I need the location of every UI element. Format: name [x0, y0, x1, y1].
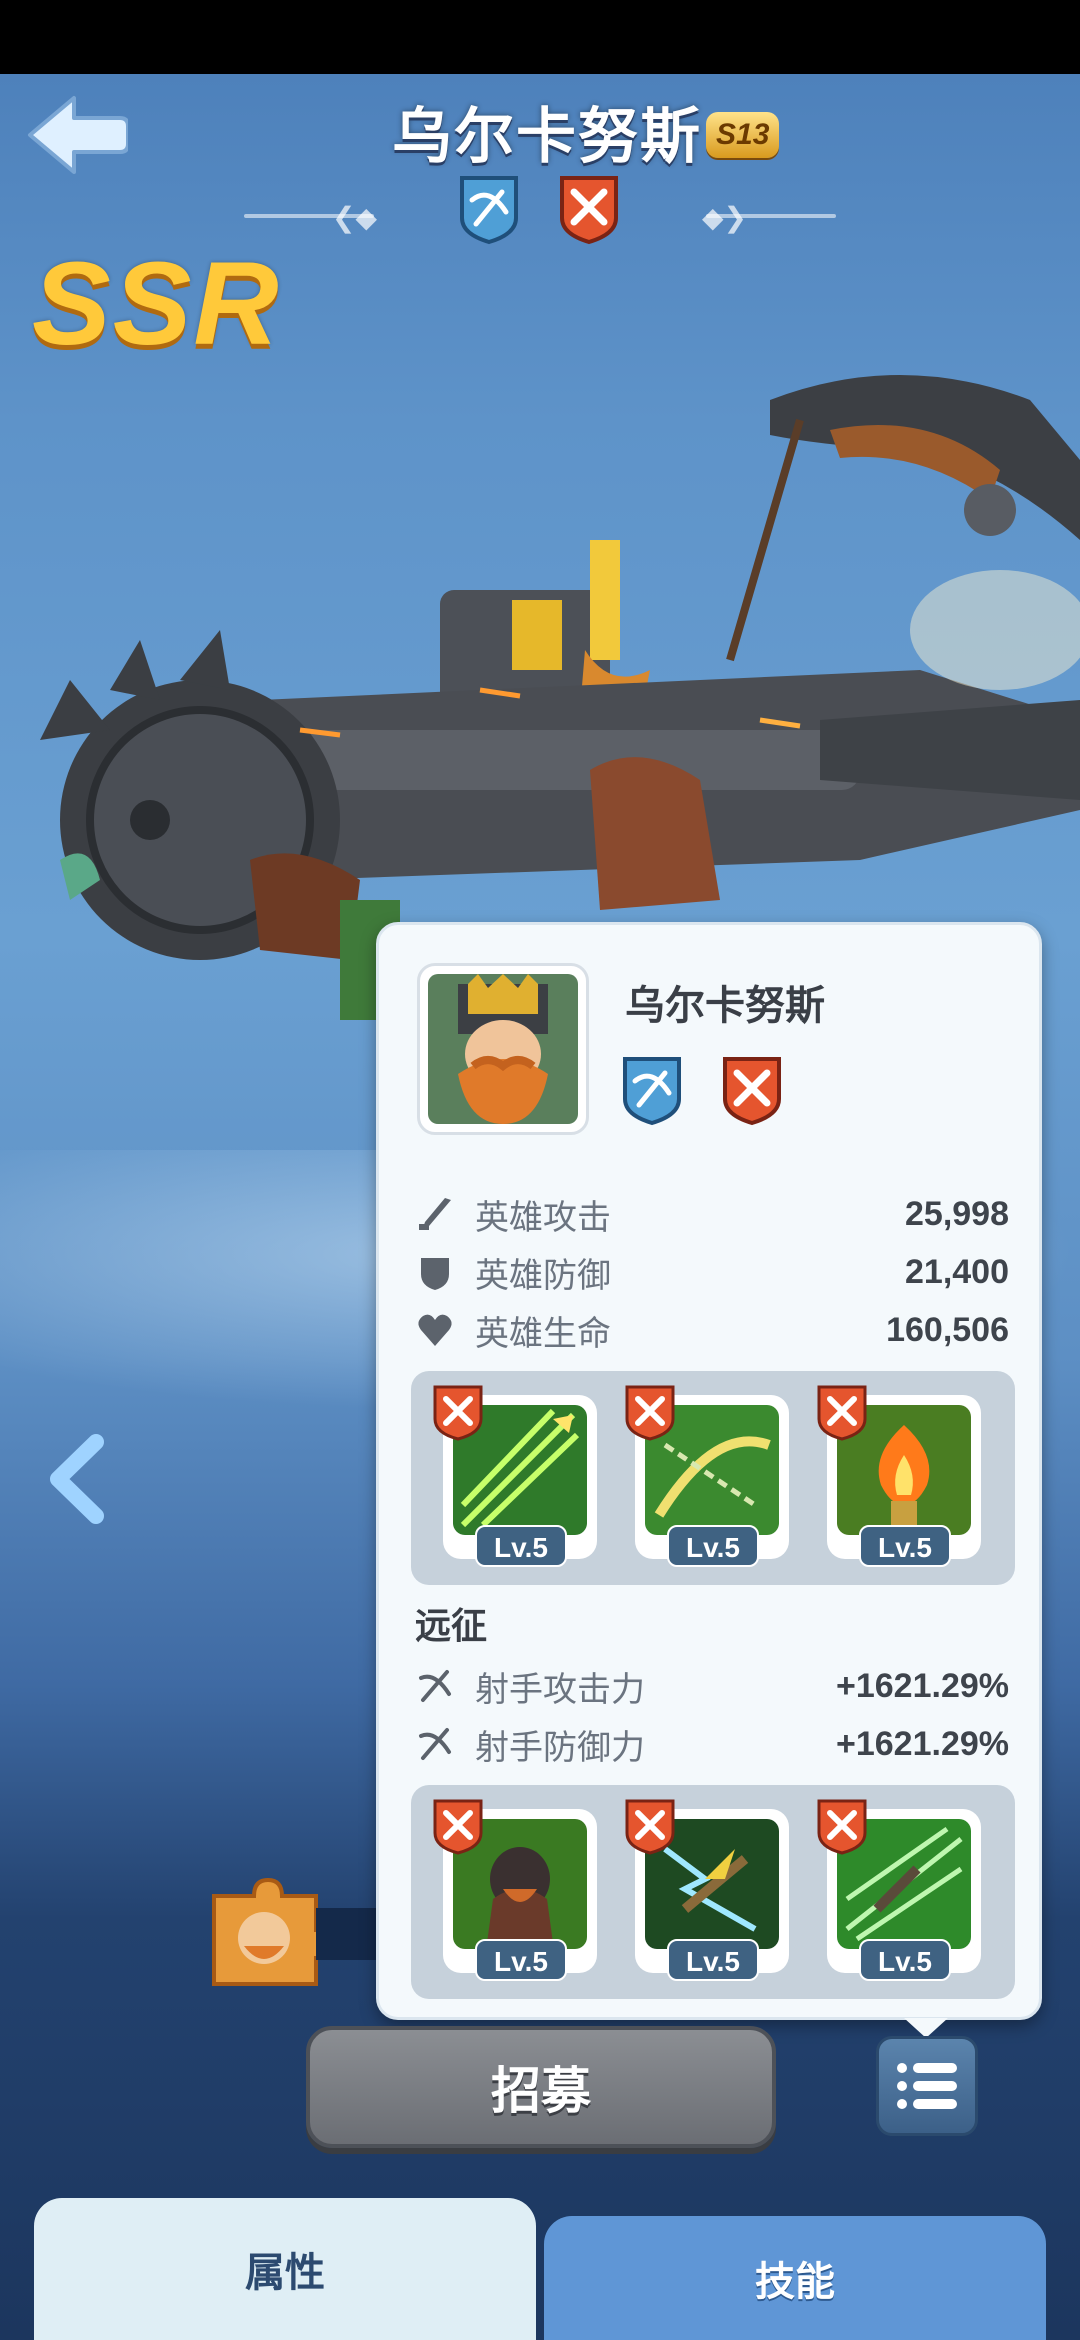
expedition-skills-panel: Lv.5 Lv.5 Lv.5 — [411, 1785, 1015, 1999]
back-arrow-button[interactable] — [24, 92, 128, 178]
stat-label: 英雄攻击 — [475, 1198, 611, 1237]
stat-value: 21,400 — [905, 1252, 1009, 1291]
stat-row-health: 英雄生命 160,506 — [415, 1303, 1009, 1357]
popup-crossbow-class-icon — [623, 1057, 681, 1126]
popup-pointer — [904, 2018, 948, 2038]
warrior-badge-icon — [433, 1385, 483, 1441]
tab-attributes[interactable]: 属性 — [34, 2198, 536, 2340]
expedition-row-attack: 射手攻击力 +1621.29% — [415, 1659, 1009, 1713]
popup-hero-name: 乌尔卡努斯 — [625, 984, 825, 1028]
previous-hero-arrow-button[interactable] — [46, 1434, 112, 1524]
dwarf-hero-portrait-icon — [428, 974, 578, 1124]
skill-level-tag: Lv.5 — [475, 1525, 567, 1567]
skill-level-tag: Lv.5 — [859, 1525, 951, 1567]
popup-warrior-class-icon — [723, 1057, 781, 1126]
skill-card[interactable]: Lv.5 — [817, 1385, 981, 1567]
expedition-row-defense: 射手防御力 +1621.29% — [415, 1717, 1009, 1771]
expedition-section-title: 远征 — [415, 1605, 488, 1646]
details-list-button[interactable] — [876, 2036, 978, 2136]
shield-icon — [421, 1258, 449, 1290]
divider-ornament-left-icon: ❮◆ — [332, 202, 377, 233]
skill-level-tag: Lv.5 — [859, 1939, 951, 1981]
stat-label: 射手攻击力 — [475, 1670, 645, 1709]
stat-row-attack: 英雄攻击 25,998 — [415, 1187, 1009, 1241]
skill-card[interactable]: Lv.5 — [433, 1385, 597, 1567]
stat-value: 25,998 — [905, 1194, 1009, 1233]
skill-level-tag: Lv.5 — [475, 1939, 567, 1981]
heart-icon — [418, 1314, 452, 1346]
warrior-badge-icon — [625, 1385, 675, 1441]
warrior-class-icon[interactable] — [556, 172, 622, 246]
warrior-badge-icon — [625, 1799, 675, 1855]
hero-info-popup: 乌尔卡努斯 英雄攻击 25,998 英雄防御 21,400 英雄生命 160,5… — [376, 922, 1042, 2020]
stat-label: 英雄防御 — [475, 1256, 611, 1295]
crossbow-icon — [419, 1670, 451, 1702]
skill-level-tag: Lv.5 — [667, 1939, 759, 1981]
recruit-button[interactable]: 招募 — [306, 2026, 776, 2148]
warrior-badge-icon — [433, 1799, 483, 1855]
hero-shard-puzzle-icon[interactable] — [204, 1876, 328, 1988]
stat-value: +1621.29% — [836, 1666, 1009, 1705]
stat-row-defense: 英雄防御 21,400 — [415, 1245, 1009, 1299]
crossbow-class-icon[interactable] — [456, 172, 522, 246]
hero-skills-panel: Lv.5 Lv.5 Lv.5 — [411, 1371, 1015, 1585]
stat-value: 160,506 — [886, 1310, 1009, 1349]
divider-ornament-right-icon: ◆❯ — [702, 202, 747, 233]
warrior-badge-icon — [817, 1799, 867, 1855]
stat-label: 英雄生命 — [475, 1314, 611, 1353]
sword-icon — [419, 1198, 451, 1230]
stat-value: +1621.29% — [836, 1724, 1009, 1763]
list-icon — [897, 2063, 957, 2073]
rarity-label: SSR — [32, 238, 281, 370]
hero-portrait — [417, 963, 589, 1135]
warrior-badge-icon — [817, 1385, 867, 1441]
stat-label: 射手防御力 — [475, 1728, 645, 1767]
crossbow-icon — [419, 1728, 451, 1760]
star-level-badge: S13 — [706, 112, 780, 158]
tab-skills[interactable]: 技能 — [544, 2216, 1046, 2340]
skill-card[interactable]: Lv.5 — [817, 1799, 981, 1981]
hero-name-title: 乌尔卡努斯 — [392, 103, 702, 170]
skill-card[interactable]: Lv.5 — [433, 1799, 597, 1981]
skill-card[interactable]: Lv.5 — [625, 1799, 789, 1981]
status-bar — [0, 0, 1080, 74]
skill-card[interactable]: Lv.5 — [625, 1385, 789, 1567]
skill-level-tag: Lv.5 — [667, 1525, 759, 1567]
